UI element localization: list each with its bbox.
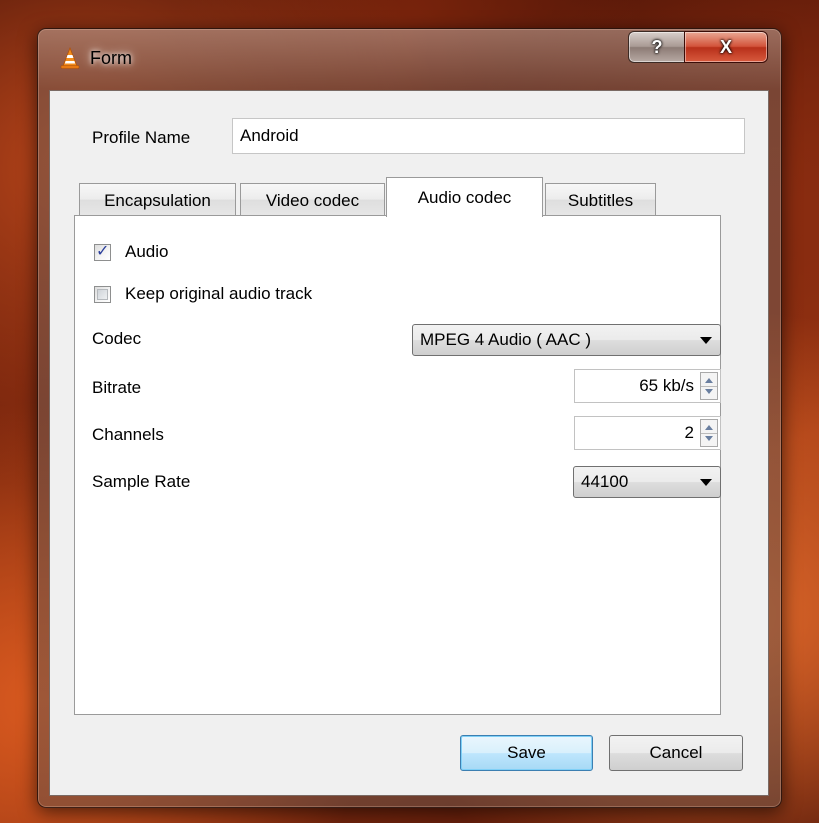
codec-label: Codec (92, 329, 142, 348)
profile-name-label: Profile Name (92, 128, 191, 147)
channels-spinbox[interactable]: 2 (574, 416, 721, 450)
keep-original-audio-checkbox[interactable] (94, 286, 111, 303)
sample-rate-value: 44100 (581, 472, 629, 491)
spin-arrows-icon[interactable] (700, 419, 718, 447)
bitrate-value: 65 kb/s (639, 376, 694, 395)
channels-value: 2 (684, 423, 694, 442)
sample-rate-select[interactable]: 44100 (573, 466, 721, 498)
chevron-down-icon (700, 337, 712, 344)
checkmark-icon: ✓ (96, 243, 110, 260)
help-icon: ? (651, 37, 663, 57)
codec-select-value: MPEG 4 Audio ( AAC ) (420, 330, 592, 349)
help-button[interactable]: ? (628, 31, 685, 63)
bitrate-label: Bitrate (92, 378, 142, 397)
bitrate-spinbox[interactable]: 65 kb/s (574, 369, 721, 403)
audio-checkbox[interactable]: ✓ (94, 243, 111, 261)
close-button[interactable]: X (684, 31, 768, 63)
tab-encapsulation[interactable]: Encapsulation (79, 183, 236, 215)
cancel-button[interactable]: Cancel (609, 735, 743, 771)
save-button[interactable]: Save (460, 735, 593, 771)
keep-original-audio-label[interactable]: Keep original audio track (125, 284, 312, 304)
tab-subtitles[interactable]: Subtitles (545, 183, 656, 215)
vlc-cone-icon (60, 46, 80, 69)
sample-rate-label: Sample Rate (92, 472, 191, 491)
channels-label: Channels (92, 425, 164, 444)
tab-video-codec[interactable]: Video codec (240, 183, 385, 215)
codec-select[interactable]: MPEG 4 Audio ( AAC ) (412, 324, 721, 356)
caption-buttons: ? X (628, 31, 768, 63)
window-title: Form (90, 48, 132, 68)
tab-audio-codec[interactable]: Audio codec (386, 177, 543, 217)
profile-name-input[interactable]: Android (232, 118, 745, 154)
chevron-down-icon (700, 479, 712, 486)
spin-arrows-icon[interactable] (700, 372, 718, 400)
audio-checkbox-label[interactable]: Audio (125, 242, 168, 262)
close-icon: X (719, 37, 732, 57)
